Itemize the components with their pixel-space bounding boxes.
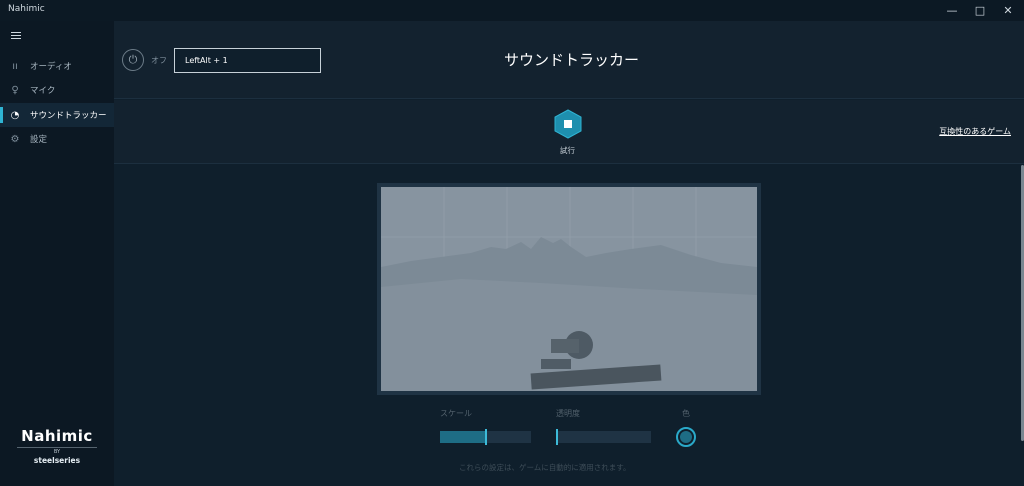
close-button[interactable]: ✕ (994, 0, 1022, 21)
nahimic-logo: Nahimic BY steelseries (17, 427, 97, 465)
scale-slider-thumb[interactable] (484, 429, 487, 445)
title-bar: Nahimic — □ ✕ (0, 0, 1024, 21)
try-label: 試行 (560, 146, 575, 155)
hotkey-input[interactable] (174, 48, 321, 73)
sidebar-item-label: マイク (30, 86, 56, 96)
content-area: スケール 透明度 色 これらの設定は、ゲームに自動的に適用されます。 (114, 165, 1024, 486)
app-title: Nahimic (8, 4, 45, 14)
opacity-slider-thumb[interactable] (556, 429, 558, 445)
scale-slider[interactable] (440, 429, 531, 445)
logo-text: Nahimic (21, 427, 93, 445)
stop-icon (554, 109, 582, 139)
maximize-button[interactable]: □ (966, 0, 994, 21)
minimize-button[interactable]: — (938, 0, 966, 21)
sidebar-item-label: オーディオ (30, 62, 72, 72)
power-toggle-button[interactable]: ⏻ (122, 49, 144, 71)
sound-tracker-icon: ◔ (10, 109, 20, 121)
sidebar-item-label: 設定 (30, 135, 48, 145)
opacity-slider[interactable] (556, 429, 651, 445)
header: ⏻ オフ サウンドトラッカー (114, 21, 1024, 99)
sidebar-item-mic[interactable]: ♀ マイク (0, 78, 114, 102)
scale-label: スケール (440, 409, 472, 418)
sidebar-item-audio[interactable]: ıı オーディオ (0, 54, 114, 78)
preview-frame (377, 183, 761, 395)
compatible-games-link[interactable]: 互換性のあるゲーム (939, 126, 1011, 137)
game-preview-image (381, 187, 757, 391)
try-button[interactable] (554, 109, 582, 139)
page-title: サウンドトラッカー (504, 51, 640, 69)
settings-footnote: これらの設定は、ゲームに自動的に適用されます。 (459, 463, 631, 472)
color-picker-button[interactable] (676, 427, 696, 447)
toolbar: 試行 互換性のあるゲーム (114, 100, 1024, 164)
sidebar-item-settings[interactable]: ⚙ 設定 (0, 127, 114, 151)
sidebar-item-label: サウンドトラッカー (30, 111, 107, 121)
main-panel: ⏻ オフ サウンドトラッカー 試行 互換性のあるゲーム (114, 21, 1024, 486)
hamburger-menu-icon[interactable] (11, 32, 21, 40)
power-icon: ⏻ (128, 53, 138, 66)
scale-slider-fill (440, 431, 486, 443)
sidebar: ıı オーディオ ♀ マイク ◔ サウンドトラッカー ⚙ 設定 Nahimic … (0, 21, 114, 486)
power-state-label: オフ (151, 56, 167, 65)
color-label: 色 (682, 409, 690, 418)
logo-by: BY (17, 447, 97, 455)
audio-icon: ıı (12, 60, 18, 72)
steelseries-logo: steelseries (33, 456, 81, 465)
gear-icon: ⚙ (10, 133, 20, 145)
sidebar-item-sound-tracker[interactable]: ◔ サウンドトラッカー (0, 103, 114, 127)
preview-scene (381, 187, 757, 391)
mic-icon: ♀ (11, 84, 19, 96)
opacity-label: 透明度 (556, 409, 580, 418)
